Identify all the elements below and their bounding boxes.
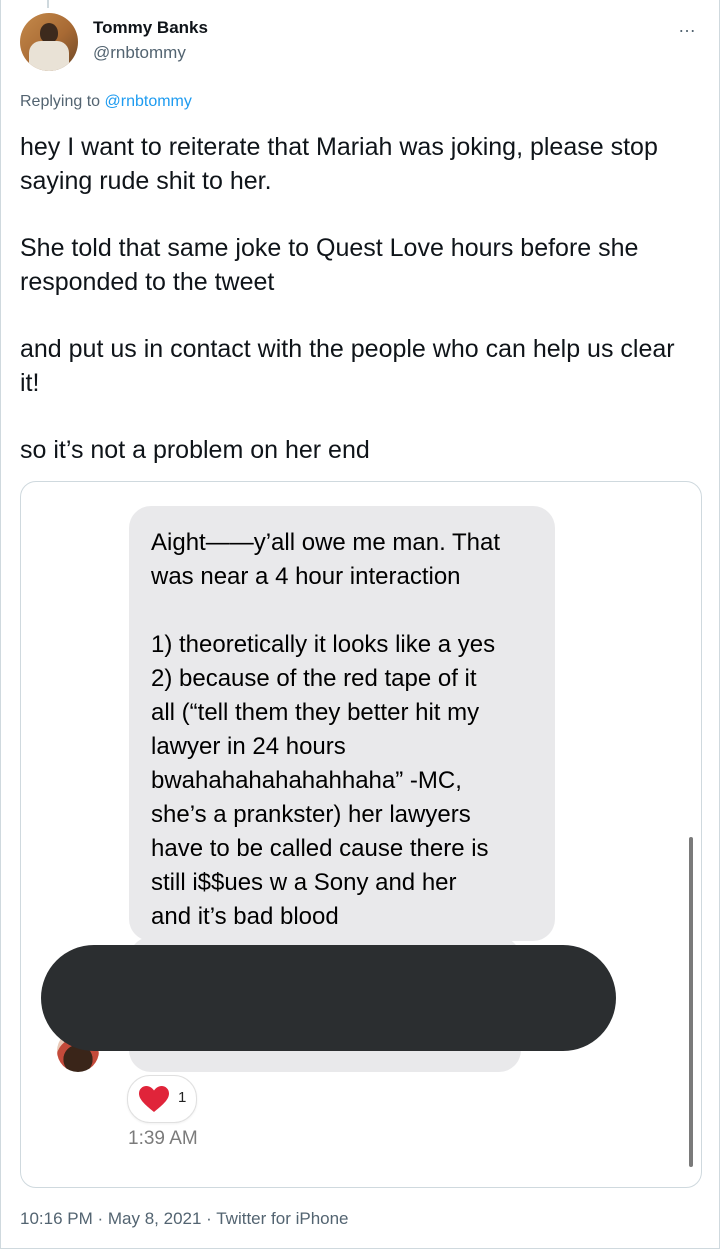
- message-line: was near a 4 hour interaction: [151, 563, 461, 590]
- message-line: Aight——y’all owe me man. That: [151, 529, 501, 556]
- replying-to-link[interactable]: @rnbtommy: [105, 93, 192, 110]
- message-line: all (“tell them they better hit my: [151, 699, 480, 726]
- author-name[interactable]: Tommy Banks: [93, 18, 208, 38]
- message-line: and it’s bad blood: [151, 903, 339, 930]
- replying-to: Replying to @rnbtommy: [20, 93, 192, 111]
- reaction-count: 1: [178, 1089, 187, 1106]
- replying-prefix: Replying to: [20, 93, 101, 110]
- tweet-paragraph: hey I want to reiterate that Mariah was …: [20, 133, 658, 195]
- avatar-body: [29, 41, 69, 71]
- tweet-paragraph: She told that same joke to Quest Love ho…: [20, 234, 639, 296]
- tweet-meta: 10:16 PM · May 8, 2021 · Twitter for iPh…: [20, 1209, 349, 1228]
- more-options-icon[interactable]: …: [678, 16, 697, 37]
- message-timestamp: 1:39 AM: [128, 1128, 198, 1149]
- message-line: 1) theoretically it looks like a yes: [151, 631, 496, 658]
- avatar-head: [40, 23, 58, 43]
- reaction-badge[interactable]: 1: [127, 1075, 197, 1123]
- message-line: lawyer in 24 hours: [151, 733, 346, 760]
- author-avatar[interactable]: [20, 13, 78, 71]
- attached-screenshot[interactable]: Aight——y’all owe me man. That was near a…: [20, 481, 702, 1188]
- tweet-paragraph: and put us in contact with the people wh…: [20, 335, 675, 397]
- message-line: still i$$ues w a Sony and her: [151, 869, 457, 896]
- message-line: have to be called cause there is: [151, 835, 489, 862]
- message-gap: [151, 594, 533, 628]
- tweet-paragraph: so it’s not a problem on her end: [20, 436, 370, 464]
- heart-icon: [139, 1086, 169, 1112]
- message-line: bwahahahahahahhaha” -MC,: [151, 767, 462, 794]
- tweet-text: hey I want to reiterate that Mariah was …: [20, 130, 700, 500]
- thread-connector: [47, 0, 49, 8]
- message-line: 2) because of the red tape of it: [151, 665, 477, 692]
- author-handle[interactable]: @rnbtommy: [93, 43, 186, 63]
- tweet-card: Tommy Banks @rnbtommy … Replying to @rnb…: [0, 0, 720, 1249]
- redaction-bar: [41, 945, 616, 1051]
- scrollbar[interactable]: [689, 837, 693, 1167]
- message-line: she’s a prankster) her lawyers: [151, 801, 471, 828]
- message-bubble: Aight——y’all owe me man. That was near a…: [129, 506, 555, 941]
